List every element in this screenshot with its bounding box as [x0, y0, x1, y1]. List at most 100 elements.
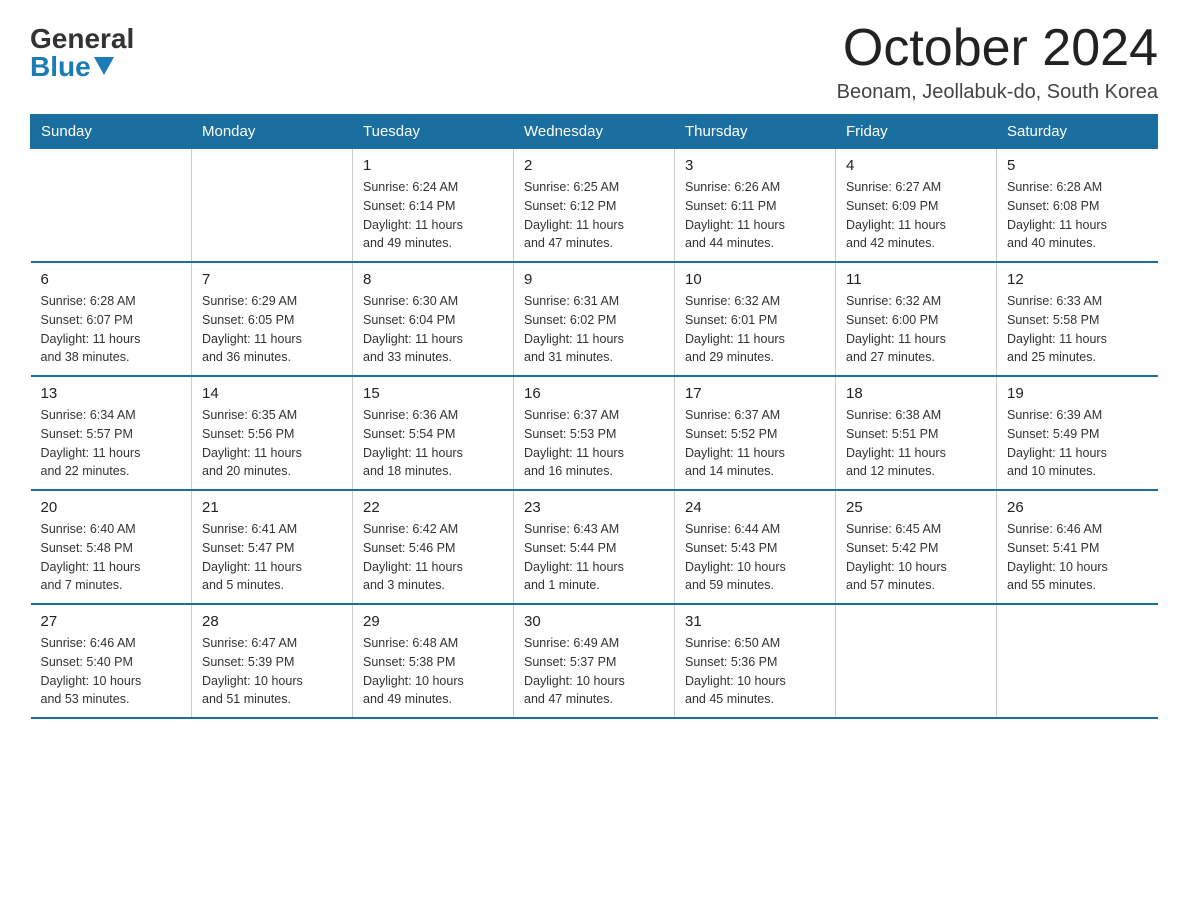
- day-number: 24: [685, 499, 825, 516]
- weekday-header-row: SundayMondayTuesdayWednesdayThursdayFrid…: [31, 115, 1158, 149]
- weekday-header-thursday: Thursday: [675, 115, 836, 149]
- calendar-cell: 7 Sunrise: 6:29 AMSunset: 6:05 PMDaylight…: [192, 262, 353, 376]
- calendar-cell: 17 Sunrise: 6:37 AMSunset: 5:52 PMDayligh…: [675, 376, 836, 490]
- calendar-cell: [836, 604, 997, 718]
- day-info: Sunrise: 6:25 AMSunset: 6:12 PMDaylight:…: [524, 178, 664, 253]
- weekday-header-saturday: Saturday: [997, 115, 1158, 149]
- day-info: Sunrise: 6:47 AMSunset: 5:39 PMDaylight:…: [202, 634, 342, 709]
- day-number: 5: [1007, 157, 1148, 174]
- day-number: 7: [202, 271, 342, 288]
- day-number: 10: [685, 271, 825, 288]
- day-info: Sunrise: 6:42 AMSunset: 5:46 PMDaylight:…: [363, 520, 503, 595]
- week-row-2: 6Sunrise: 6:28 AMSunset: 6:07 PMDaylight…: [31, 262, 1158, 376]
- day-info: Sunrise: 6:26 AMSunset: 6:11 PMDaylight:…: [685, 178, 825, 253]
- day-number: 13: [41, 385, 182, 402]
- day-number: 28: [202, 613, 342, 630]
- day-number: 3: [685, 157, 825, 174]
- calendar-cell: 8 Sunrise: 6:30 AMSunset: 6:04 PMDaylight…: [353, 262, 514, 376]
- calendar-cell: 25 Sunrise: 6:45 AMSunset: 5:42 PMDayligh…: [836, 490, 997, 604]
- day-info: Sunrise: 6:50 AMSunset: 5:36 PMDaylight:…: [685, 634, 825, 709]
- week-row-5: 27 Sunrise: 6:46 AMSunset: 5:40 PMDayligh…: [31, 604, 1158, 718]
- calendar-cell: [192, 149, 353, 263]
- logo-general-text: General: [30, 25, 134, 53]
- day-number: 9: [524, 271, 664, 288]
- logo: General Blue: [30, 25, 134, 81]
- day-info: Sunrise: 6:37 AMSunset: 5:52 PMDaylight:…: [685, 406, 825, 481]
- calendar-cell: 24 Sunrise: 6:44 AMSunset: 5:43 PMDayligh…: [675, 490, 836, 604]
- day-number: 20: [41, 499, 182, 516]
- calendar-cell: 10Sunrise: 6:32 AMSunset: 6:01 PMDayligh…: [675, 262, 836, 376]
- day-number: 17: [685, 385, 825, 402]
- calendar-cell: 23 Sunrise: 6:43 AMSunset: 5:44 PMDayligh…: [514, 490, 675, 604]
- weekday-header-monday: Monday: [192, 115, 353, 149]
- calendar-cell: 29Sunrise: 6:48 AMSunset: 5:38 PMDayligh…: [353, 604, 514, 718]
- logo-blue-text: Blue: [30, 53, 114, 81]
- calendar-cell: 4 Sunrise: 6:27 AMSunset: 6:09 PMDaylight…: [836, 149, 997, 263]
- calendar-cell: 12Sunrise: 6:33 AMSunset: 5:58 PMDayligh…: [997, 262, 1158, 376]
- calendar-cell: 13 Sunrise: 6:34 AMSunset: 5:57 PMDayligh…: [31, 376, 192, 490]
- day-info: Sunrise: 6:36 AMSunset: 5:54 PMDaylight:…: [363, 406, 503, 481]
- calendar-cell: 26 Sunrise: 6:46 AMSunset: 5:41 PMDayligh…: [997, 490, 1158, 604]
- day-info: Sunrise: 6:38 AMSunset: 5:51 PMDaylight:…: [846, 406, 986, 481]
- calendar-cell: [997, 604, 1158, 718]
- day-info: Sunrise: 6:46 AMSunset: 5:41 PMDaylight:…: [1007, 520, 1148, 595]
- day-info: Sunrise: 6:44 AMSunset: 5:43 PMDaylight:…: [685, 520, 825, 595]
- day-info: Sunrise: 6:31 AMSunset: 6:02 PMDaylight:…: [524, 292, 664, 367]
- calendar-cell: 22 Sunrise: 6:42 AMSunset: 5:46 PMDayligh…: [353, 490, 514, 604]
- calendar-table: SundayMondayTuesdayWednesdayThursdayFrid…: [30, 114, 1158, 719]
- calendar-cell: 6Sunrise: 6:28 AMSunset: 6:07 PMDaylight…: [31, 262, 192, 376]
- calendar-cell: 16Sunrise: 6:37 AMSunset: 5:53 PMDayligh…: [514, 376, 675, 490]
- calendar-cell: 14 Sunrise: 6:35 AMSunset: 5:56 PMDayligh…: [192, 376, 353, 490]
- calendar-cell: [31, 149, 192, 263]
- day-number: 15: [363, 385, 503, 402]
- day-info: Sunrise: 6:34 AMSunset: 5:57 PMDaylight:…: [41, 406, 182, 481]
- calendar-cell: 21 Sunrise: 6:41 AMSunset: 5:47 PMDayligh…: [192, 490, 353, 604]
- day-number: 6: [41, 271, 182, 288]
- day-info: Sunrise: 6:39 AMSunset: 5:49 PMDaylight:…: [1007, 406, 1148, 481]
- day-number: 21: [202, 499, 342, 516]
- calendar-cell: 1Sunrise: 6:24 AMSunset: 6:14 PMDaylight…: [353, 149, 514, 263]
- day-number: 23: [524, 499, 664, 516]
- day-info: Sunrise: 6:27 AMSunset: 6:09 PMDaylight:…: [846, 178, 986, 253]
- weekday-header-sunday: Sunday: [31, 115, 192, 149]
- weekday-header-tuesday: Tuesday: [353, 115, 514, 149]
- day-number: 19: [1007, 385, 1148, 402]
- day-number: 31: [685, 613, 825, 630]
- day-info: Sunrise: 6:30 AMSunset: 6:04 PMDaylight:…: [363, 292, 503, 367]
- day-info: Sunrise: 6:43 AMSunset: 5:44 PMDaylight:…: [524, 520, 664, 595]
- day-number: 22: [363, 499, 503, 516]
- day-info: Sunrise: 6:28 AMSunset: 6:08 PMDaylight:…: [1007, 178, 1148, 253]
- logo-triangle-icon: [94, 57, 114, 75]
- day-info: Sunrise: 6:29 AMSunset: 6:05 PMDaylight:…: [202, 292, 342, 367]
- calendar-cell: 2 Sunrise: 6:25 AMSunset: 6:12 PMDaylight…: [514, 149, 675, 263]
- day-number: 1: [363, 157, 503, 174]
- day-number: 4: [846, 157, 986, 174]
- day-number: 25: [846, 499, 986, 516]
- calendar-cell: 27 Sunrise: 6:46 AMSunset: 5:40 PMDayligh…: [31, 604, 192, 718]
- day-number: 14: [202, 385, 342, 402]
- day-number: 2: [524, 157, 664, 174]
- week-row-3: 13 Sunrise: 6:34 AMSunset: 5:57 PMDayligh…: [31, 376, 1158, 490]
- day-info: Sunrise: 6:45 AMSunset: 5:42 PMDaylight:…: [846, 520, 986, 595]
- day-info: Sunrise: 6:49 AMSunset: 5:37 PMDaylight:…: [524, 634, 664, 709]
- day-number: 29: [363, 613, 503, 630]
- day-info: Sunrise: 6:46 AMSunset: 5:40 PMDaylight:…: [41, 634, 182, 709]
- week-row-1: 1Sunrise: 6:24 AMSunset: 6:14 PMDaylight…: [31, 149, 1158, 263]
- calendar-cell: 28 Sunrise: 6:47 AMSunset: 5:39 PMDayligh…: [192, 604, 353, 718]
- title-area: October 2024 Beonam, Jeollabuk-do, South…: [837, 20, 1158, 104]
- calendar-cell: 11Sunrise: 6:32 AMSunset: 6:00 PMDayligh…: [836, 262, 997, 376]
- week-row-4: 20Sunrise: 6:40 AMSunset: 5:48 PMDayligh…: [31, 490, 1158, 604]
- day-number: 8: [363, 271, 503, 288]
- header: General Blue October 2024 Beonam, Jeolla…: [30, 20, 1158, 104]
- calendar-cell: 20Sunrise: 6:40 AMSunset: 5:48 PMDayligh…: [31, 490, 192, 604]
- weekday-header-wednesday: Wednesday: [514, 115, 675, 149]
- day-info: Sunrise: 6:41 AMSunset: 5:47 PMDaylight:…: [202, 520, 342, 595]
- day-number: 18: [846, 385, 986, 402]
- calendar-cell: 5 Sunrise: 6:28 AMSunset: 6:08 PMDaylight…: [997, 149, 1158, 263]
- calendar-cell: 15 Sunrise: 6:36 AMSunset: 5:54 PMDayligh…: [353, 376, 514, 490]
- day-info: Sunrise: 6:32 AMSunset: 6:00 PMDaylight:…: [846, 292, 986, 367]
- calendar-cell: 9 Sunrise: 6:31 AMSunset: 6:02 PMDaylight…: [514, 262, 675, 376]
- day-number: 27: [41, 613, 182, 630]
- day-info: Sunrise: 6:35 AMSunset: 5:56 PMDaylight:…: [202, 406, 342, 481]
- day-number: 26: [1007, 499, 1148, 516]
